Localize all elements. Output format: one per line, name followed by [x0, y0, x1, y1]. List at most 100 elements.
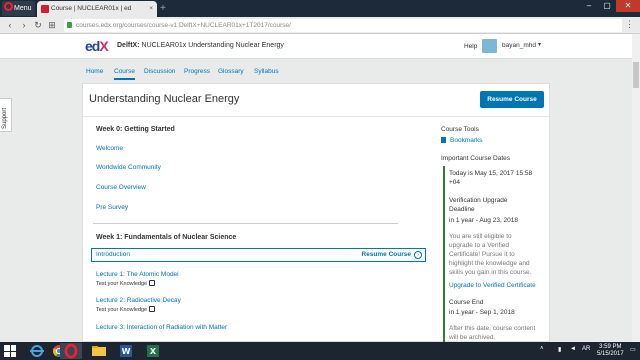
close-window-icon[interactable]: ✕: [616, 0, 640, 12]
course-end-title: Course End: [449, 299, 484, 306]
ie-icon[interactable]: [26, 343, 48, 359]
file-explorer-icon[interactable]: [88, 343, 110, 359]
course-name: DelftX: NUCLEAR01x Understanding Nuclear…: [117, 42, 284, 49]
tray-chevron-up-icon[interactable]: ˄: [540, 346, 544, 352]
new-tab-button[interactable]: +: [160, 3, 166, 15]
today-line-1: Today is May 15, 2017 15:58: [449, 170, 533, 177]
verification-title-1: Verification Upgrade: [449, 197, 508, 204]
system-clock[interactable]: 3:59 PM 5/15/2017: [597, 344, 624, 358]
arrow-circle-right-icon[interactable]: ›: [414, 251, 422, 259]
window-controls: – ▢ ✕: [580, 0, 640, 12]
verification-date: in 1 year - Aug 23, 2018: [449, 217, 519, 224]
support-label: Support: [2, 107, 8, 129]
opera-logo-icon: [4, 2, 13, 11]
today-line-2: +04: [449, 179, 461, 186]
svg-text:X: X: [150, 347, 157, 356]
upgrade-certificate-link[interactable]: Upgrade to Verified Certificate: [449, 281, 536, 290]
reload-button[interactable]: ↻: [32, 19, 44, 31]
opera-menu-button[interactable]: Menu: [2, 1, 35, 16]
introduction-link[interactable]: Introduction: [96, 251, 130, 258]
page-title: Understanding Nuclear Energy: [89, 93, 240, 105]
bookmarks-label: Bookmarks: [450, 137, 483, 144]
url-field[interactable]: courses.edx.org/courses/course-v1:DelftX…: [64, 19, 622, 32]
opera-taskbar-icon[interactable]: [60, 343, 82, 359]
windows-start-icon[interactable]: [4, 345, 16, 357]
resume-course-link[interactable]: Resume Course: [362, 251, 412, 258]
divider: [83, 116, 549, 117]
excel-icon[interactable]: X: [142, 343, 164, 359]
edx-favicon-icon: [41, 5, 49, 13]
verification-title-2: Deadline: [449, 206, 475, 213]
tab-discussion[interactable]: Discussion: [144, 68, 175, 75]
tab-title: Course | NUCLEAR01x | ed: [51, 5, 132, 12]
input-language[interactable]: AR: [582, 346, 590, 352]
clock-date: 5/15/2017: [597, 351, 624, 357]
course-tools-heading: Course Tools: [441, 126, 479, 133]
network-icon[interactable]: ▮: [558, 346, 561, 353]
lecture-2-subtitle: Test your Knowledge: [96, 306, 156, 313]
after-line-2: will be archived.: [449, 334, 496, 341]
week-1-title: Week 1: Fundamentals of Nuclear Science: [96, 234, 237, 241]
tab-syllabus[interactable]: Syllabus: [254, 68, 279, 75]
tab-home[interactable]: Home: [86, 68, 103, 75]
menu-label: Menu: [14, 5, 32, 12]
user-menu-chevron-down-icon[interactable]: ▾: [538, 41, 541, 48]
important-dates-heading: Important Course Dates: [441, 155, 511, 162]
avatar[interactable]: [482, 39, 497, 53]
svg-text:W: W: [122, 347, 131, 356]
maximize-icon[interactable]: ▢: [598, 0, 616, 12]
browser-titlebar: Menu Course | NUCLEAR01x | ed × + – ▢ ✕: [0, 0, 640, 17]
edit-icon: [149, 306, 156, 312]
word-icon[interactable]: W: [115, 343, 137, 359]
course-end-date: in 1 year - Sep 1, 2018: [449, 309, 515, 316]
tab-progress[interactable]: Progress: [184, 68, 210, 75]
eligible-line-1: You are still eligible to: [449, 233, 512, 240]
eligible-line-3: Certificate! Pursue it to: [449, 251, 515, 258]
scrollbar-thumb[interactable]: [633, 62, 639, 88]
lecture-1-link[interactable]: Lecture 1: The Atomic Model: [96, 271, 179, 278]
dates-timeline: Today is May 15, 2017 15:58 +04 Verifica…: [443, 166, 545, 343]
edx-logo[interactable]: edX: [85, 38, 109, 54]
forward-button[interactable]: ›: [18, 19, 30, 31]
tab-course[interactable]: Course: [114, 68, 135, 80]
lecture-2-link[interactable]: Lecture 2: Radioactive Decay: [96, 297, 181, 304]
lecture-2-sub-text: Test your Knowledge: [96, 307, 148, 313]
course-title-text: NUCLEAR01x Understanding Nuclear Energy: [141, 42, 284, 49]
minimize-icon[interactable]: –: [580, 0, 598, 12]
lecture-3-link[interactable]: Lecture 3: Interaction of Radiation with…: [96, 324, 227, 331]
back-button[interactable]: ‹: [4, 19, 16, 31]
tab-glossary[interactable]: Glossary: [218, 68, 244, 75]
week-0-item-pre-survey[interactable]: Pre Survey: [96, 204, 128, 211]
upgrade-link-text[interactable]: Upgrade to Verified Certificate: [449, 282, 536, 289]
week-0-item-worldwide-community[interactable]: Worldwide Community: [96, 164, 161, 171]
help-link[interactable]: Help: [464, 43, 477, 50]
username[interactable]: bayan_mhd: [502, 42, 536, 49]
address-toolbar: ‹ › ↻ ⊞ courses.edx.org/courses/course-v…: [0, 17, 640, 34]
lock-icon: [67, 22, 72, 28]
bookmark-icon: [441, 137, 446, 143]
lecture-1-subtitle: Test your Knowledge: [96, 280, 156, 287]
logo-ed: ed: [85, 38, 100, 54]
browser-more-icon[interactable]: ⋮: [625, 19, 634, 30]
week-0-item-course-overview[interactable]: Course Overview: [96, 184, 146, 191]
week-0-title: Week 0: Getting Started: [96, 126, 175, 133]
eligible-line-5: skills you gain in this course.: [449, 269, 532, 276]
volume-icon[interactable]: ◄: [570, 346, 576, 352]
resume-course-button[interactable]: Resume Course: [480, 91, 544, 108]
support-tab[interactable]: Support: [0, 98, 12, 132]
course-nav: Home Course Discussion Progress Glossary…: [0, 60, 632, 82]
url-text: courses.edx.org/courses/course-v1:DelftX…: [76, 22, 291, 29]
eligible-line-2: upgrade to a Verified: [449, 242, 509, 249]
bookmarks-link[interactable]: Bookmarks: [441, 137, 483, 144]
current-unit-row[interactable]: Introduction Resume Course ›: [91, 248, 426, 262]
after-line-1: After this date, course content: [449, 325, 536, 332]
edx-header: edX DelftX: NUCLEAR01x Understanding Nuc…: [0, 34, 632, 59]
speed-dial-icon[interactable]: ⊞: [46, 19, 58, 31]
week-0-item-welcome[interactable]: Welcome: [96, 145, 123, 152]
notifications-icon[interactable]: ▭: [630, 346, 636, 353]
tab-close-icon[interactable]: ×: [149, 1, 153, 17]
course-org: DelftX:: [117, 42, 140, 49]
windows-taskbar: W X ˄ ▮ ◄ AR 3:59 PM 5/15/2017 ▭: [0, 342, 640, 360]
week-divider: [93, 223, 398, 224]
browser-tab-active[interactable]: Course | NUCLEAR01x | ed ×: [37, 1, 157, 17]
